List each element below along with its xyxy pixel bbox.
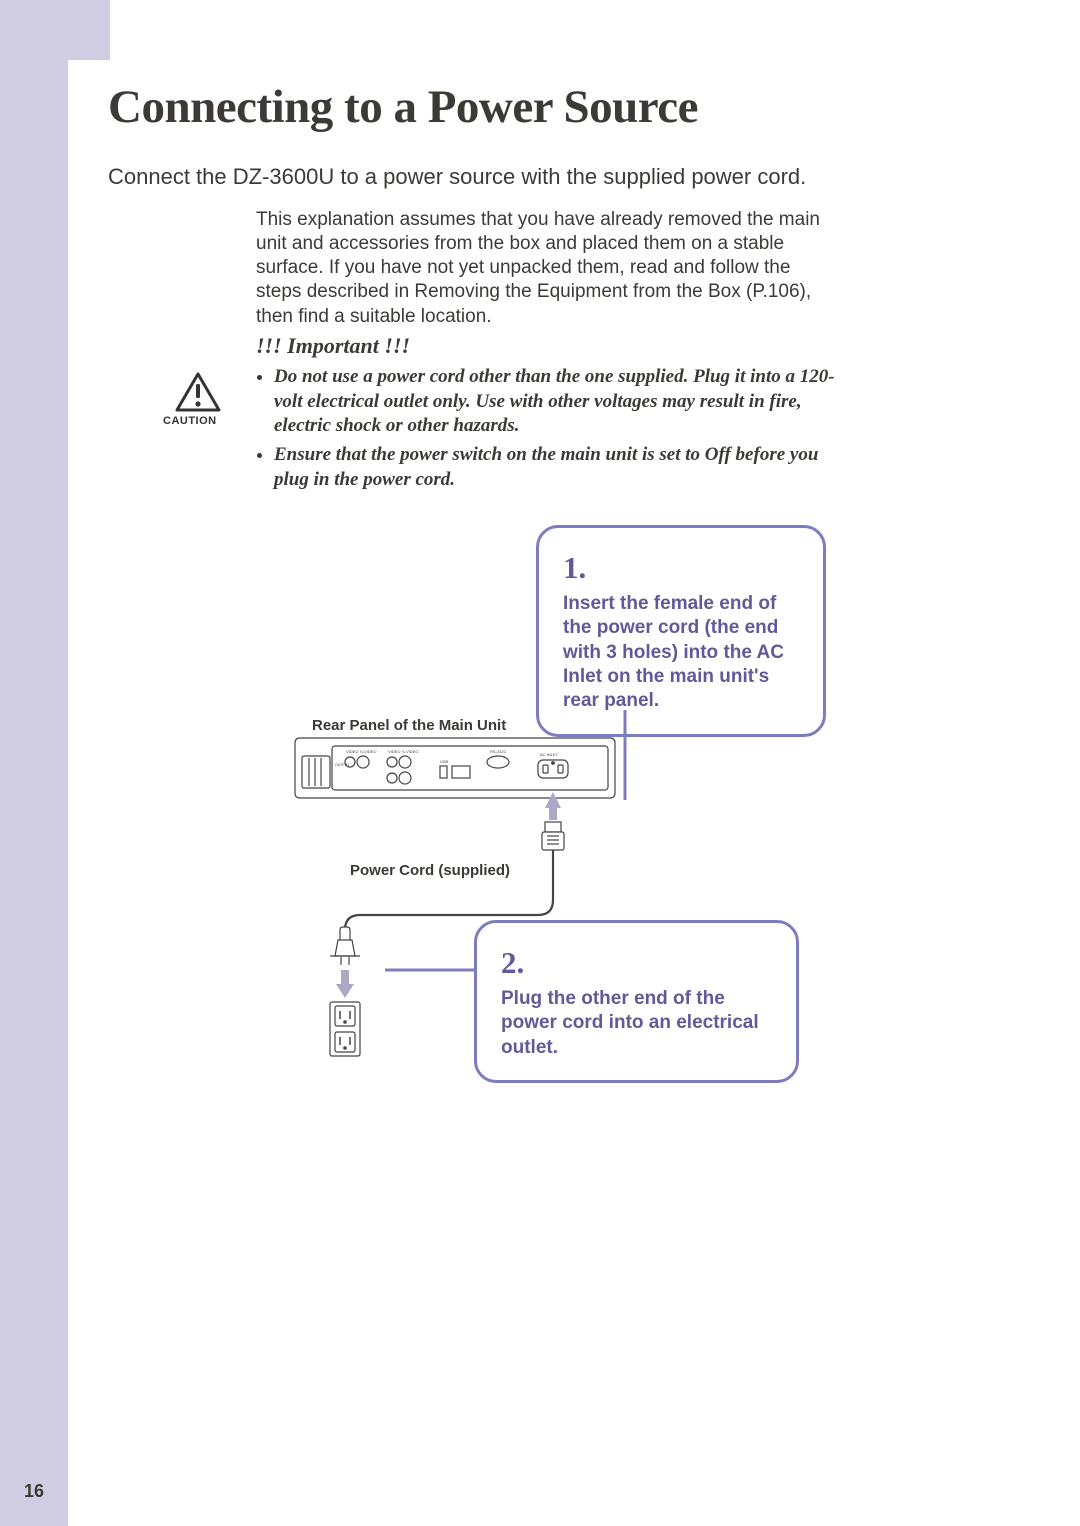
important-block: !!! Important !!! Do not use a power cor… [256,333,836,496]
page-title: Connecting to a Power Source [108,80,698,134]
explanation-paragraph: This explanation assumes that you have a… [256,208,826,329]
caution-icon [170,372,225,417]
intro-text: Connect the DZ-3600U to a power source w… [108,164,806,190]
top-tab-accent [68,0,110,60]
important-heading: !!! Important !!! [256,333,836,359]
rear-panel-diagram: VIDEO S-VIDEO VIDEO S-VIDEO OUTPUT RS-23… [280,710,700,1080]
svg-text:VIDEO: VIDEO [388,749,400,754]
svg-text:VIDEO: VIDEO [346,749,358,754]
svg-text:S-VIDEO: S-VIDEO [402,749,418,754]
left-sidebar-strip [0,0,68,1526]
page-number: 16 [24,1481,44,1502]
svg-text:AC INLET: AC INLET [540,752,559,757]
step-callout-1: 1. Insert the female end of the power co… [536,525,826,737]
svg-text:USB: USB [440,759,449,764]
important-list: Do not use a power cord other than the o… [274,365,836,492]
svg-text:S-VIDEO: S-VIDEO [360,749,376,754]
important-bullet: Do not use a power cord other than the o… [274,365,836,439]
step-number: 1. [563,550,799,586]
svg-text:OUTPUT: OUTPUT [335,763,350,767]
step-text: Insert the female end of the power cord … [563,592,799,714]
important-bullet: Ensure that the power switch on the main… [274,443,836,492]
svg-text:RS-232C: RS-232C [490,749,507,754]
caution-label: CAUTION [163,415,217,427]
